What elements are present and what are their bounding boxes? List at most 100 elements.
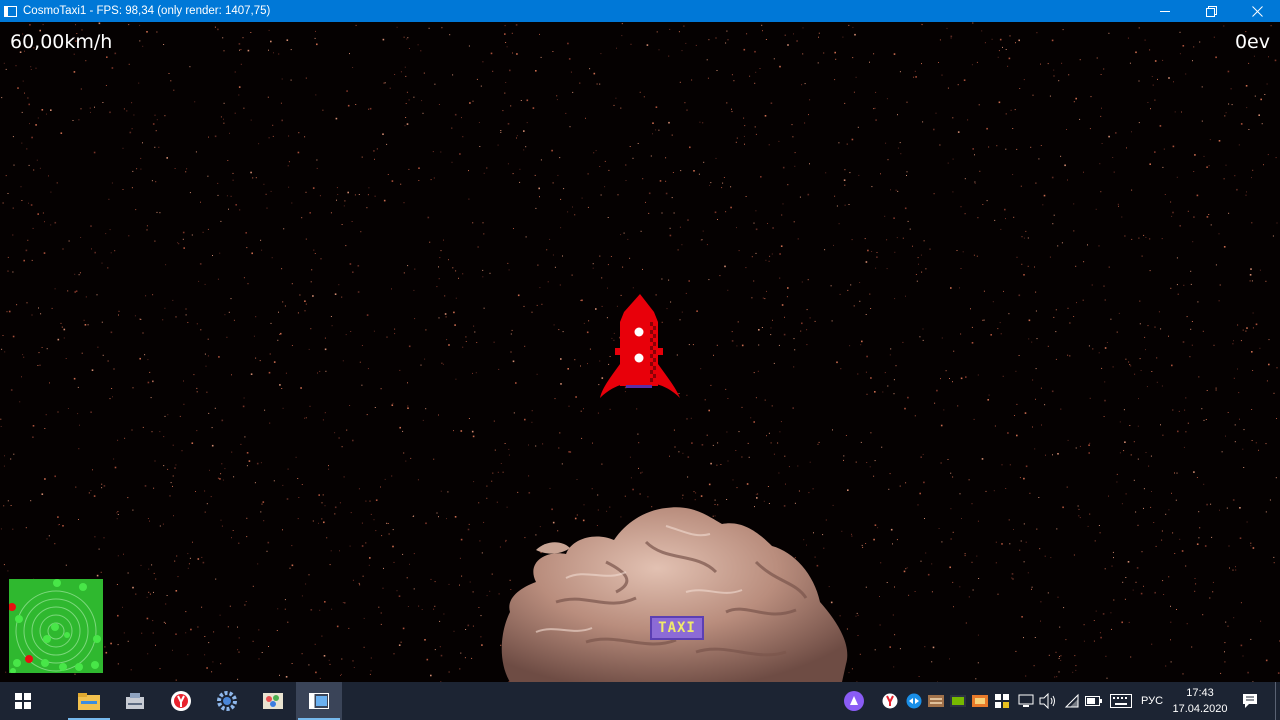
- input-language[interactable]: РУС: [1138, 682, 1166, 720]
- start-button[interactable]: [0, 682, 46, 720]
- star: [434, 581, 436, 583]
- system-clock[interactable]: 17:43 17.04.2020: [1170, 685, 1230, 717]
- star: [343, 476, 345, 478]
- star: [38, 352, 40, 354]
- taskbar-paint[interactable]: [250, 682, 296, 720]
- star: [207, 228, 209, 230]
- star: [727, 289, 729, 291]
- star: [1228, 212, 1230, 214]
- star: [1106, 342, 1108, 343]
- star: [1238, 392, 1240, 394]
- star: [433, 608, 435, 610]
- star: [889, 473, 891, 475]
- star: [1138, 398, 1139, 400]
- taskbar-settings[interactable]: [204, 682, 250, 720]
- star: [1001, 543, 1003, 545]
- star: [1099, 632, 1101, 634]
- star: [231, 374, 232, 376]
- star: [1193, 216, 1195, 218]
- star: [531, 421, 533, 423]
- star: [197, 558, 200, 560]
- star: [1154, 326, 1156, 328]
- star: [908, 594, 910, 596]
- star: [1154, 591, 1156, 594]
- star: [1065, 639, 1067, 641]
- star: [1242, 655, 1244, 657]
- star: [559, 432, 561, 434]
- star: [552, 51, 554, 52]
- star: [26, 148, 28, 150]
- star: [357, 265, 360, 267]
- star: [581, 437, 583, 439]
- tray-keyboard[interactable]: [1108, 682, 1134, 720]
- show-desktop-button[interactable]: [1275, 682, 1276, 720]
- star: [1019, 477, 1021, 479]
- close-button[interactable]: [1234, 0, 1280, 22]
- star: [1179, 225, 1181, 227]
- star: [239, 49, 240, 51]
- clock-date: 17.04.2020: [1172, 703, 1228, 715]
- tray-hardware[interactable]: [926, 682, 946, 720]
- tray-alice[interactable]: [842, 682, 866, 720]
- star: [1011, 573, 1014, 575]
- tray-display[interactable]: [970, 682, 990, 720]
- star: [842, 36, 844, 38]
- star: [773, 58, 775, 60]
- star: [32, 436, 34, 438]
- star: [903, 570, 906, 573]
- star: [214, 407, 216, 409]
- star: [1116, 481, 1118, 483]
- minimize-button[interactable]: [1142, 0, 1188, 22]
- star: [646, 44, 649, 46]
- star: [65, 358, 67, 359]
- star: [98, 22, 101, 25]
- game-viewport[interactable]: 60,00km/h 0ev TAXI: [0, 22, 1280, 682]
- star: [772, 319, 773, 321]
- star: [1127, 561, 1130, 563]
- star: [673, 212, 675, 214]
- star: [234, 71, 236, 73]
- star: [1239, 537, 1242, 539]
- restore-button[interactable]: [1188, 0, 1234, 22]
- star: [289, 567, 291, 569]
- star: [1149, 238, 1151, 240]
- tray-teamviewer[interactable]: [904, 682, 924, 720]
- tray-yandex[interactable]: [880, 682, 900, 720]
- star: [725, 211, 727, 213]
- star: [35, 67, 37, 69]
- tray-volume[interactable]: [1038, 682, 1058, 720]
- star: [386, 143, 388, 145]
- star: [1179, 53, 1181, 55]
- star: [105, 233, 107, 235]
- tray-security[interactable]: [992, 682, 1012, 720]
- star: [220, 220, 222, 222]
- star: [1064, 164, 1066, 167]
- taskbar-yandex-browser[interactable]: [158, 682, 204, 720]
- taskbar-disk-cleanup[interactable]: [112, 682, 158, 720]
- star: [647, 496, 649, 498]
- tray-battery[interactable]: [1084, 682, 1104, 720]
- tray-nvidia[interactable]: [948, 682, 968, 720]
- star: [792, 136, 794, 138]
- star: [753, 421, 755, 423]
- star: [67, 290, 69, 292]
- star: [1121, 216, 1123, 218]
- star: [871, 186, 873, 188]
- star: [430, 578, 432, 580]
- star: [1236, 188, 1238, 191]
- star: [698, 173, 700, 175]
- star: [983, 290, 985, 292]
- star: [1143, 507, 1144, 509]
- minimap-radar: [9, 579, 103, 673]
- taskbar-cosmotaxi[interactable]: [296, 682, 342, 720]
- action-center-button[interactable]: [1236, 682, 1264, 720]
- star: [164, 115, 166, 117]
- tray-device[interactable]: [1016, 682, 1036, 720]
- star: [1024, 412, 1027, 414]
- star: [325, 370, 327, 372]
- star: [462, 136, 464, 138]
- tray-wifi[interactable]: [1062, 682, 1082, 720]
- star: [1032, 94, 1034, 96]
- taskbar-file-explorer[interactable]: [66, 682, 112, 720]
- star: [1182, 45, 1185, 47]
